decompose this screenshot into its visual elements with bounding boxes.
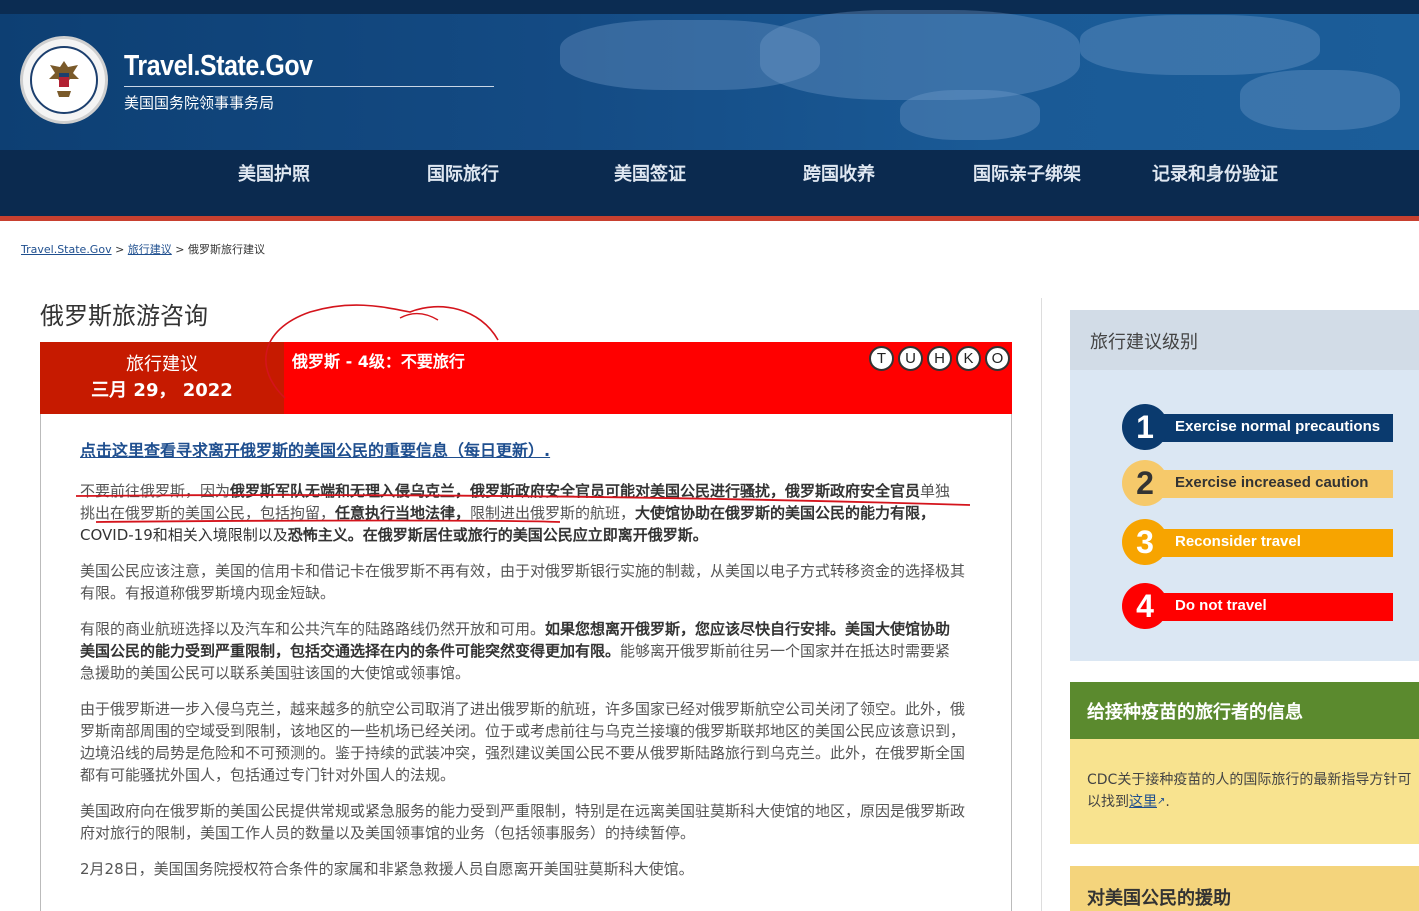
department-seal-icon[interactable] — [20, 36, 108, 124]
site-header: Travel.State.Gov 美国国务院领事事务局 — [0, 0, 1419, 150]
level-1-label: Exercise normal precautions — [1175, 418, 1381, 435]
nav-item-passports[interactable]: 美国护照 — [238, 160, 310, 186]
vaccine-body: CDC关于接种疫苗的人的国际旅行的最新指导方针可以找到这里↗. — [1070, 739, 1419, 813]
advisory-date-block: 旅行建议 三月 29， 2022 — [40, 342, 284, 414]
terrorism-badge[interactable]: T — [869, 346, 894, 371]
flights-text: 有限的商业航班选择以及汽车和公共汽车的陆路路线仍然开放和可用。 — [80, 620, 546, 638]
world-map-decoration — [1080, 15, 1320, 75]
nav-item-child-abduction[interactable]: 国际亲子绑架 — [973, 160, 1081, 186]
flights-paragraph: 有限的商业航班选择以及汽车和公共汽车的陆路路线仍然开放和可用。如果您想离开俄罗斯… — [80, 618, 965, 684]
nav-item-records[interactable]: 记录和身份验证 — [1152, 160, 1278, 186]
level-3-number: 3 — [1122, 519, 1168, 565]
assist-title: 对美国公民的援助 — [1087, 888, 1231, 909]
summary-text: COVID-19和相关入境限制以及 — [80, 526, 288, 544]
levels-title: 旅行建议级别 — [1070, 310, 1419, 370]
airspace-paragraph: 由于俄罗斯进一步入侵乌克兰，越来越多的航空公司取消了进出俄罗斯的航班，许多国家已… — [80, 700, 966, 784]
title-divider — [124, 86, 494, 87]
main-nav: 美国护照 国际旅行 美国签证 跨国收养 国际亲子绑架 记录和身份验证 — [0, 150, 1419, 221]
advisory-date: 三月 29， 2022 — [91, 380, 233, 401]
nav-accent-line — [0, 216, 1419, 221]
nav-item-international-travel[interactable]: 国际旅行 — [427, 160, 499, 186]
column-divider — [1041, 298, 1042, 911]
summary-text-bold: 俄罗斯军队无端和无理入侵乌克兰，俄罗斯政府安全官员可能对美国公民进行骚扰，俄罗斯… — [230, 482, 921, 500]
departure-paragraph: 2月28日，美国国务院授权符合条件的家属和非紧急救援人员自愿离开美国驻莫斯科大使… — [80, 860, 694, 878]
kidnapping-badge[interactable]: K — [956, 346, 981, 371]
summary-text: 不要前往俄罗斯，因为 — [80, 482, 231, 500]
health-badge[interactable]: H — [927, 346, 952, 371]
summary-paragraph: 不要前往俄罗斯，因为俄罗斯军队无端和无理入侵乌克兰，俄罗斯政府安全官员可能对美国… — [80, 480, 965, 546]
level-4-number: 4 — [1122, 583, 1168, 629]
level-3-label: Reconsider travel — [1175, 533, 1301, 550]
site-title[interactable]: Travel.State.Gov — [124, 50, 313, 83]
level-2-number: 2 — [1122, 460, 1168, 506]
nav-item-visas[interactable]: 美国签证 — [614, 160, 686, 186]
unrest-badge[interactable]: U — [898, 346, 923, 371]
advisory-levels-panel: 旅行建议级别 1 Exercise normal precautions 2 E… — [1070, 310, 1419, 661]
level-2-label: Exercise increased caution — [1175, 474, 1369, 491]
level-4-label: Do not travel — [1175, 597, 1267, 614]
vaccine-tail: . — [1165, 794, 1170, 810]
vaccinated-travelers-panel: 给接种疫苗的旅行者的信息 CDC关于接种疫苗的人的国际旅行的最新指导方针可以找到… — [1070, 682, 1419, 844]
summary-text-bold: 任意执行当地法律， — [335, 504, 471, 522]
other-badge[interactable]: O — [985, 346, 1010, 371]
nav-item-adoption[interactable]: 跨国收养 — [803, 160, 875, 186]
breadcrumb: Travel.State.Gov > 旅行建议 > 俄罗斯旅行建议 — [21, 241, 265, 257]
advisory-level: 俄罗斯 - 4级：不要旅行 — [292, 352, 465, 371]
breadcrumb-separator: > — [111, 243, 128, 256]
summary-text-bold: 恐怖主义。在俄罗斯居住或旅行的美国公民应立即离开俄罗斯。 — [287, 526, 708, 544]
summary-text: 限制进出俄罗斯的航班， — [470, 504, 636, 522]
services-paragraph: 美国政府向在俄罗斯的美国公民提供常规或紧急服务的能力受到严重限制，特别是在远离美… — [80, 802, 966, 842]
breadcrumb-section-link[interactable]: 旅行建议 — [128, 243, 172, 256]
header-top-strip — [0, 0, 1419, 14]
vaccine-title: 给接种疫苗的旅行者的信息 — [1070, 682, 1419, 739]
advisory-content: 点击这里查看寻求离开俄罗斯的美国公民的重要信息（每日更新）. 不要前往俄罗斯，因… — [80, 440, 965, 894]
level-1-number: 1 — [1122, 404, 1168, 450]
world-map-decoration — [900, 90, 1040, 140]
site-subtitle: 美国国务院领事事务局 — [124, 94, 275, 112]
vaccine-here-link[interactable]: 这里 — [1129, 794, 1157, 810]
risk-indicator-badges: T U H K O — [869, 346, 1010, 371]
banking-paragraph: 美国公民应该注意，美国的信用卡和借记卡在俄罗斯不再有效，由于对俄罗斯银行实施的制… — [80, 562, 966, 602]
advisory-label: 旅行建议 — [126, 354, 198, 375]
world-map-decoration — [760, 10, 1080, 100]
breadcrumb-separator: > — [171, 243, 189, 256]
summary-text-bold: 大使馆协助在俄罗斯的美国公民的能力有限， — [635, 504, 936, 522]
citizen-assistance-panel: 对美国公民的援助 — [1070, 866, 1419, 911]
advisory-header: 旅行建议 三月 29， 2022 俄罗斯 - 4级：不要旅行 T U H K O — [40, 342, 1012, 414]
departure-info-link[interactable]: 点击这里查看寻求离开俄罗斯的美国公民的重要信息（每日更新）. — [80, 440, 965, 462]
breadcrumb-home-link[interactable]: Travel.State.Gov — [21, 243, 112, 256]
page-title: 俄罗斯旅游咨询 — [40, 302, 208, 330]
world-map-decoration — [1240, 70, 1400, 130]
breadcrumb-current: 俄罗斯旅行建议 — [188, 243, 266, 256]
